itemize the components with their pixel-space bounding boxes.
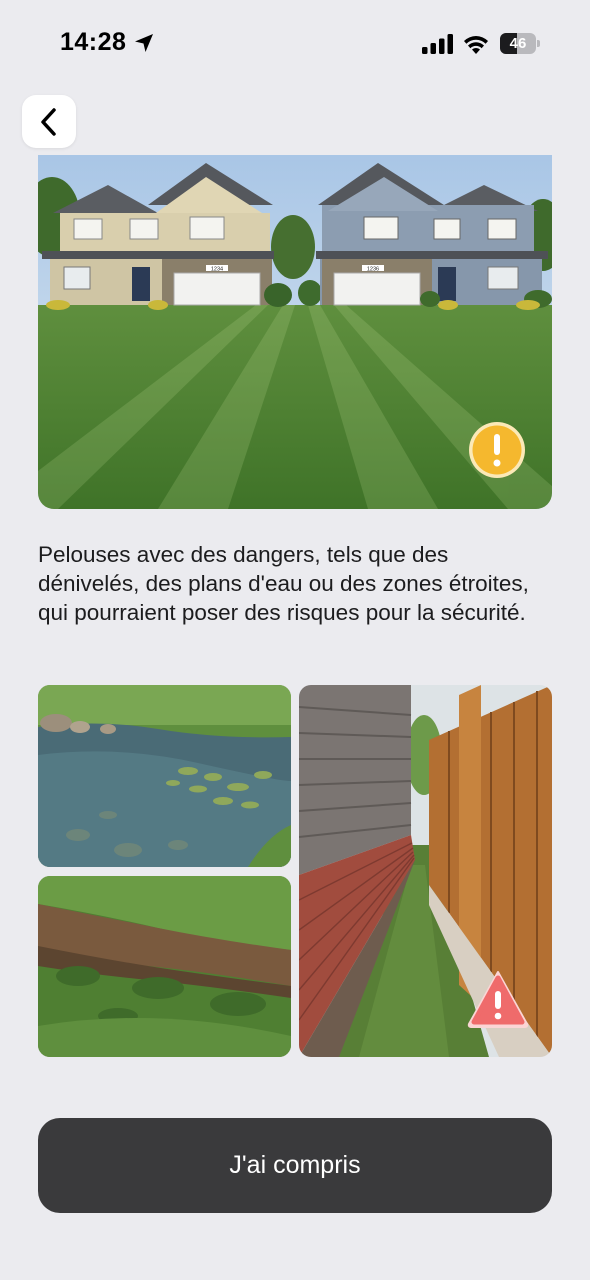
warning-triangle-icon xyxy=(467,971,529,1028)
battery-icon: 46 xyxy=(500,33,540,54)
description-text: Pelouses avec des dangers, tels que des … xyxy=(38,542,529,625)
battery-level: 46 xyxy=(509,35,527,52)
location-arrow-icon xyxy=(135,34,153,52)
status-bar: 14:28 46 xyxy=(0,0,590,88)
house-number-left: 1234 xyxy=(211,267,223,273)
understood-button[interactable]: J'ai compris xyxy=(38,1118,552,1213)
status-time: 14:28 xyxy=(60,28,127,56)
house-number-right: 1236 xyxy=(367,267,379,273)
wifi-icon xyxy=(464,36,488,54)
hero-image: 1234 1236 xyxy=(38,155,552,509)
pond-image xyxy=(38,685,291,867)
back-button[interactable] xyxy=(22,95,76,148)
chevron-left-icon xyxy=(41,107,56,136)
slope-image xyxy=(38,876,291,1057)
pond-illustration xyxy=(38,685,291,867)
narrow-alley-image xyxy=(299,685,552,1057)
exclamation-icon xyxy=(469,422,525,478)
cell-signal-icon xyxy=(422,34,453,54)
slope-illustration xyxy=(38,876,291,1057)
